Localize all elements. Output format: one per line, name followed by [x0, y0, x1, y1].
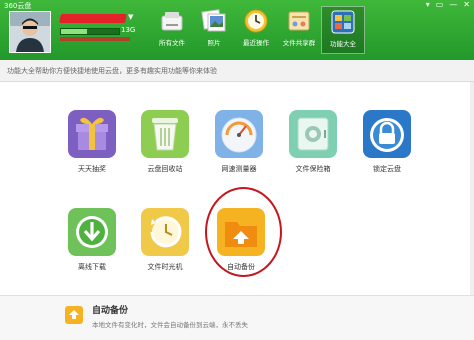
- username-redacted: [59, 14, 127, 23]
- lock-icon: [361, 108, 413, 160]
- nav-function-collection[interactable]: 功能大全: [321, 6, 365, 54]
- avatar[interactable]: [9, 11, 51, 53]
- tool-speed-meter[interactable]: 网速测量器: [204, 108, 274, 174]
- recent-clock-icon: [243, 8, 269, 34]
- skin-menu-icon[interactable]: ▾: [426, 1, 430, 9]
- nav-label: 最近操作: [243, 39, 269, 47]
- nav-file-share[interactable]: 文件共享群: [277, 6, 321, 54]
- tool-recycle-bin[interactable]: 云盘回收站: [130, 108, 200, 174]
- scrollbar[interactable]: [470, 82, 474, 295]
- feature-description: 本地文件有变化时，文件会自动备份到云端，永不丢失: [92, 321, 248, 329]
- header-bar: 360云盘 ▾ ▭ — ✕ ▼ 13G 所有文件 照片 最近操作 文件共享群 功…: [0, 0, 474, 60]
- tool-label: 天天抽奖: [78, 165, 106, 173]
- feature-title: 自动备份: [92, 306, 129, 316]
- tool-lock-drive[interactable]: 锁定云盘: [352, 108, 422, 174]
- nav-label: 照片: [207, 39, 221, 47]
- tool-label: 离线下载: [78, 263, 106, 271]
- storage-quota-fill: [61, 29, 88, 34]
- recycle-bin-icon: [139, 108, 191, 160]
- time-machine-icon: [139, 206, 191, 258]
- function-collection-icon: [330, 9, 356, 35]
- nav-label: 文件共享群: [282, 39, 316, 47]
- auto-backup-icon: [215, 206, 267, 258]
- tool-label: 云盘回收站: [147, 165, 183, 173]
- speed-meter-icon: [213, 108, 265, 160]
- minimize-icon[interactable]: —: [449, 1, 457, 9]
- app-title: 360云盘: [4, 2, 32, 10]
- cloud-drive-window: 360云盘 ▾ ▭ — ✕ ▼ 13G 所有文件 照片 最近操作 文件共享群 功…: [0, 0, 474, 340]
- user-menu-chevron-icon[interactable]: ▼: [128, 13, 133, 21]
- safe-box-icon: [287, 108, 339, 160]
- tool-label: 文件时光机: [147, 263, 183, 271]
- nav-all-files[interactable]: 所有文件: [150, 6, 194, 54]
- nav-photos[interactable]: 照片: [192, 6, 236, 54]
- tool-label: 锁定云盘: [373, 165, 401, 173]
- photos-icon: [201, 8, 227, 34]
- nav-label: 所有文件: [159, 39, 185, 47]
- offline-download-icon: [66, 206, 118, 258]
- storage-quota-bar: [60, 28, 120, 35]
- nav-label: 功能大全: [330, 40, 356, 48]
- tool-label: 网速测量器: [221, 165, 257, 173]
- close-icon[interactable]: ✕: [463, 1, 470, 9]
- tool-label: 文件保险箱: [295, 165, 331, 173]
- tool-file-safe[interactable]: 文件保险箱: [278, 108, 348, 174]
- restore-icon[interactable]: ▭: [436, 1, 444, 9]
- tool-label: 自动备份: [227, 263, 255, 271]
- tool-auto-backup[interactable]: 自动备份: [206, 206, 276, 272]
- all-files-icon: [159, 8, 185, 34]
- tool-time-machine[interactable]: 文件时光机: [130, 206, 200, 272]
- window-controls: ▾ ▭ — ✕: [426, 1, 470, 9]
- file-share-icon: [286, 8, 312, 34]
- redacted-mark: [60, 37, 130, 41]
- tool-offline-download[interactable]: 离线下载: [57, 206, 127, 272]
- storage-quota-text: 13G: [121, 26, 136, 34]
- tool-daily-lottery[interactable]: 天天抽奖: [57, 108, 127, 174]
- feature-description-panel: 自动备份 本地文件有变化时，文件会自动备份到云端，永不丢失: [0, 295, 474, 340]
- auto-backup-small-icon: [64, 305, 84, 325]
- info-bar: 功能大全帮助你方便快捷地使用云盘，更多有趣实用功能等你来体验: [0, 60, 474, 82]
- info-text: 功能大全帮助你方便快捷地使用云盘，更多有趣实用功能等你来体验: [7, 67, 217, 75]
- nav-recent[interactable]: 最近操作: [234, 6, 278, 54]
- gift-box-icon: [66, 108, 118, 160]
